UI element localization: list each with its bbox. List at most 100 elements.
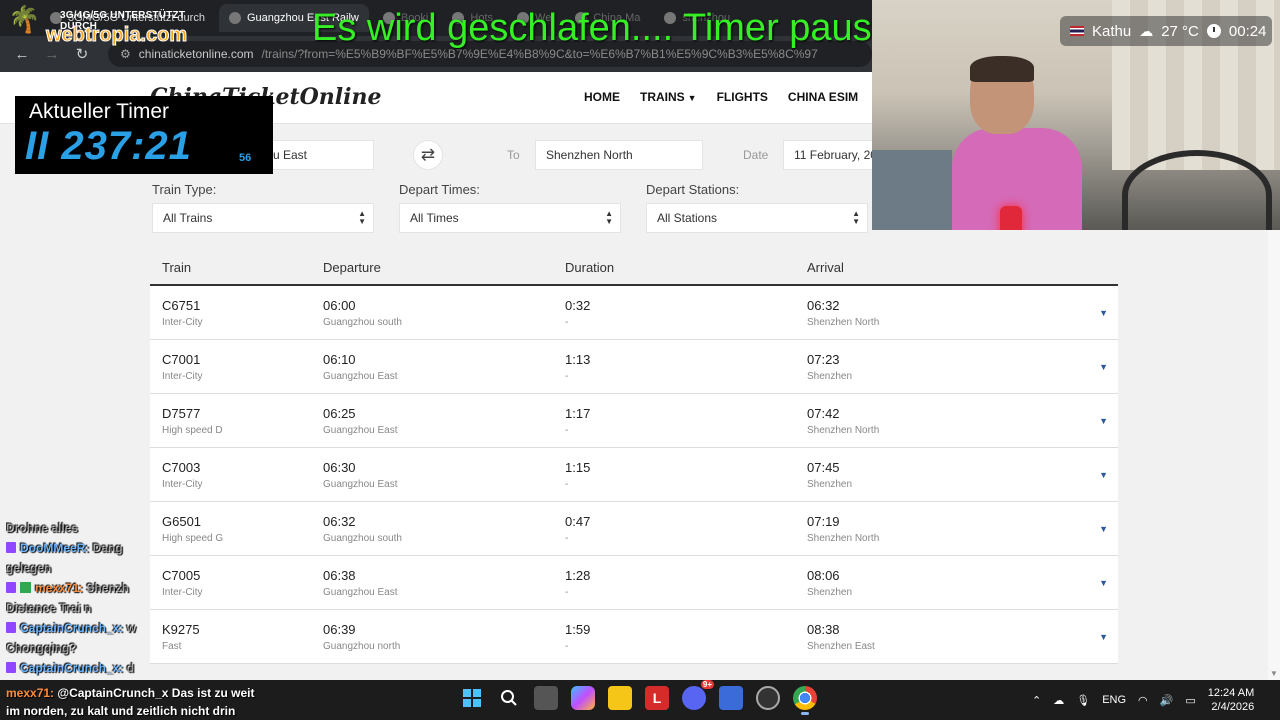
nav-china-esim[interactable]: CHINA ESIM (788, 90, 858, 104)
chat-text: Drohne alles (6, 521, 79, 535)
chat-username: CaptainCrunch_x: (20, 661, 124, 675)
weather-location: Kathu (1092, 22, 1132, 40)
chat-text: gelegen (6, 561, 52, 575)
col-arrival[interactable]: Arrival (807, 260, 844, 275)
train-number-cell: C6751 Inter-City (162, 298, 203, 328)
updown-icon: ▲ ▼ (852, 209, 860, 226)
arrival-time: 08:06 (807, 568, 840, 583)
expand-row-icon[interactable]: ▼ (1099, 632, 1108, 642)
chat-line: DooMMeeR: Dang (6, 538, 336, 558)
train-type-select[interactable]: All Trains ▲ ▼ (152, 203, 374, 233)
chevron-up-icon[interactable]: ⌃ (1032, 694, 1041, 707)
expand-row-icon[interactable]: ▼ (1099, 308, 1108, 318)
chat-line: gelegen (6, 558, 336, 578)
scroll-down-icon[interactable]: ▼ (1270, 669, 1278, 678)
weather-temp: 27 °C (1161, 22, 1199, 40)
arrival-station: Shenzhen East (807, 641, 875, 652)
arrival-time: 07:45 (807, 460, 840, 475)
language-indicator[interactable]: ENG (1102, 694, 1126, 706)
col-departure[interactable]: Departure (323, 260, 381, 275)
date-label: Date (743, 148, 769, 162)
nav-trains[interactable]: TRAINS ▼ (640, 90, 697, 104)
chat-line: Chongqing? (6, 638, 336, 658)
copilot-icon[interactable] (571, 686, 595, 710)
departure-time-cell: 06:10 Guangzhou East (323, 352, 398, 382)
expand-row-icon[interactable]: ▼ (1099, 470, 1108, 480)
train-type: Inter-City (162, 371, 203, 382)
depart-times-select[interactable]: All Times ▲ ▼ (399, 203, 621, 233)
depart-stations-filter: Depart Stations: All Stations ▲ ▼ (646, 182, 868, 233)
departure-station: Guangzhou south (323, 317, 402, 328)
discord-icon[interactable]: 9+ (682, 680, 714, 710)
expand-row-icon[interactable]: ▼ (1099, 416, 1108, 426)
duration: 1:17 (565, 406, 591, 421)
table-row[interactable]: D7577 High speed D 06:25 Guangzhou East 1:17… (150, 394, 1118, 448)
duration-cell: 1:17 - (565, 406, 590, 436)
chat-username: mexx71: (35, 581, 84, 595)
chat-line: mexx71: Shenzh (6, 578, 336, 598)
expand-row-icon[interactable]: ▼ (1099, 524, 1108, 534)
stream-headline: Es wird geschlafen.... Timer pausiert (312, 7, 925, 49)
departure-time-cell: 06:25 Guangzhou East (323, 406, 398, 436)
arrival-time-cell: 07:23 Shenzhen (807, 352, 852, 382)
microphone-icon[interactable]: 🎙 (1076, 694, 1090, 707)
depart-times-filter: Depart Times: All Times ▲ ▼ (399, 182, 621, 233)
departure-time: 06:10 (323, 352, 356, 367)
table-row[interactable]: C6751 Inter-City 06:00 Guangzhou south 0:32 -… (150, 286, 1118, 340)
volume-icon[interactable]: 🔊 (1160, 694, 1174, 707)
webcam-person (952, 56, 1082, 230)
col-duration[interactable]: Duration (565, 260, 614, 275)
arrival-time-cell: 07:19 Shenzhen North (807, 514, 879, 544)
duration: 1:15 (565, 460, 591, 475)
duration-note: - (565, 479, 569, 490)
wifi-icon[interactable]: ◠ (1138, 694, 1148, 707)
l-app-icon[interactable]: L (645, 686, 669, 710)
table-row[interactable]: C7001 Inter-City 06:10 Guangzhou East 1:13 - 0… (150, 340, 1118, 394)
weather-widget: Kathu ☁ 27 °C 00:24 (1060, 16, 1272, 46)
task-view-icon[interactable] (534, 686, 558, 710)
chrome-icon[interactable] (793, 686, 817, 715)
chevron-down-icon: ▼ (687, 93, 697, 103)
departure-time: 06:30 (323, 460, 356, 475)
departure-time: 06:00 (323, 298, 356, 313)
obs-icon[interactable] (756, 686, 780, 710)
arrival-station: Shenzhen North (807, 533, 880, 544)
twitch-icon (6, 662, 16, 673)
main-nav: HOME TRAINS ▼ FLIGHTS CHINA ESIM (584, 90, 858, 104)
moderator-badge-icon (20, 582, 31, 593)
expand-row-icon[interactable]: ▼ (1099, 362, 1108, 372)
chat-line: Drohne alles (6, 518, 336, 538)
battery-icon[interactable]: ▭ (1185, 694, 1195, 707)
train-type-filter: Train Type: All Trains ▲ ▼ (152, 182, 374, 233)
departure-time-cell: 06:30 Guangzhou East (323, 460, 398, 490)
duration: 0:47 (565, 514, 591, 529)
arrival-station: Shenzhen (807, 587, 853, 598)
twitch-icon (6, 582, 16, 593)
onedrive-icon[interactable]: ☁ (1053, 694, 1064, 707)
chat-text: Dang (92, 541, 123, 555)
expand-row-icon[interactable]: ▼ (1099, 578, 1108, 588)
microphone (1000, 206, 1022, 230)
nav-flights[interactable]: FLIGHTS (717, 90, 768, 104)
network-app-icon[interactable] (719, 686, 743, 710)
to-field[interactable]: Shenzhen North (535, 140, 703, 170)
clock[interactable]: 12:24 AM 2/4/2026 (1208, 686, 1254, 714)
duration-cell: 1:59 - (565, 622, 590, 652)
page-scrollbar[interactable]: ▼ (1268, 230, 1280, 680)
to-label: To (507, 148, 520, 162)
file-explorer-icon[interactable] (608, 686, 632, 710)
chat-username: CaptainCrunch_x: (20, 621, 124, 635)
table-row[interactable]: C7003 Inter-City 06:30 Guangzhou East 1:15 - 0… (150, 448, 1118, 502)
windows-start-icon[interactable] (460, 686, 484, 710)
filter-label: Depart Stations: (646, 182, 740, 197)
clock-icon (1206, 24, 1221, 38)
nav-home[interactable]: HOME (584, 90, 620, 104)
updown-icon: ▲ ▼ (358, 209, 366, 226)
col-train[interactable]: Train (162, 260, 191, 275)
search-icon[interactable] (497, 686, 521, 710)
train-number-cell: C7003 Inter-City (162, 460, 203, 490)
depart-stations-select[interactable]: All Stations ▲ ▼ (646, 203, 868, 233)
swap-stations-icon[interactable]: ⇄ (413, 140, 443, 170)
from-field[interactable]: u East (262, 140, 374, 170)
chat-line: CaptainCrunch_x: w (6, 618, 336, 638)
